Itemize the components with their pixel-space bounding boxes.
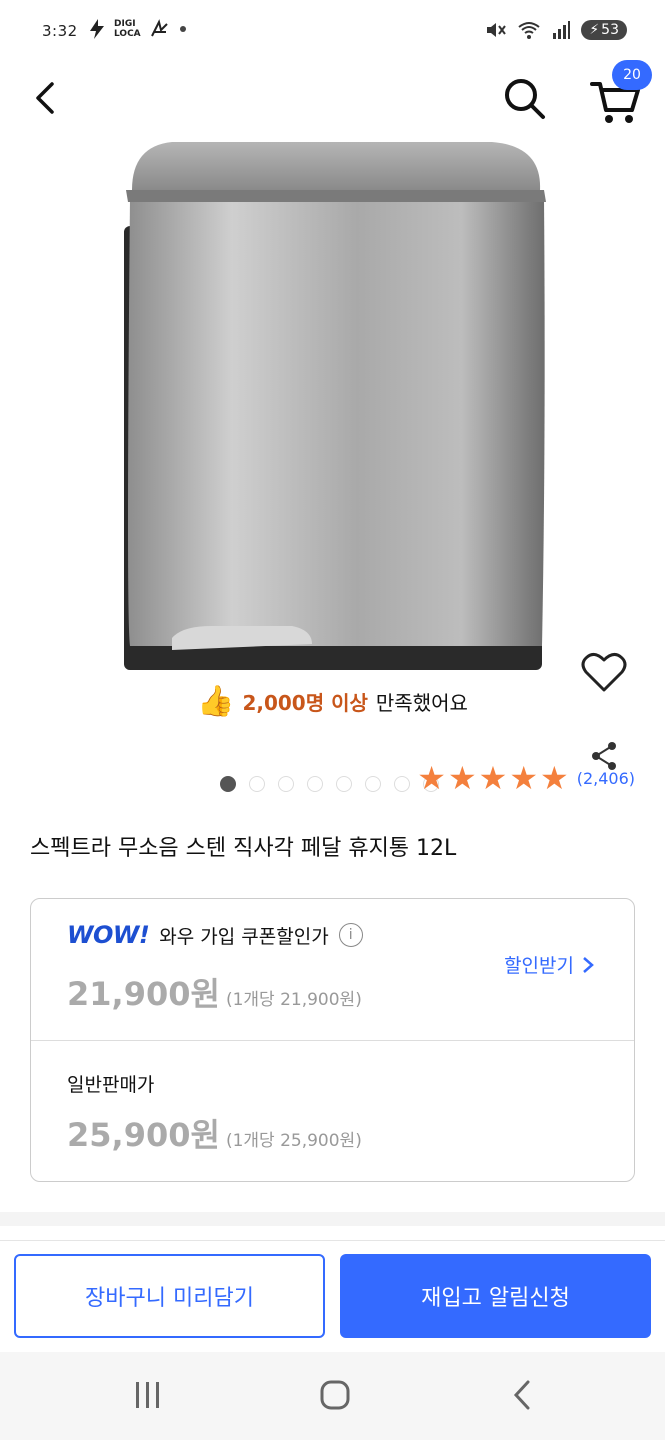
get-discount-link[interactable]: 할인받기 [504, 951, 594, 978]
recents-icon[interactable] [130, 1380, 166, 1410]
wifi-icon [518, 22, 540, 39]
wow-row: WOW! 와우 가입 쿠폰할인가 i [67, 921, 363, 949]
carousel-dot[interactable] [249, 776, 265, 792]
wow-unit-price: (1개당 21,900원) [225, 990, 362, 1010]
battery-bolt-icon: ⚡ [589, 22, 600, 38]
satisfaction-banner: 👍 2,000명 이상 만족했어요 [0, 676, 665, 726]
nav-back-icon[interactable] [508, 1378, 536, 1412]
product-image [124, 142, 546, 670]
info-icon[interactable]: i [338, 923, 363, 947]
cart-badge: 20 [612, 60, 652, 90]
chevron-right-icon [583, 956, 594, 973]
dot-icon [179, 26, 186, 32]
carousel-dot[interactable] [220, 776, 236, 792]
wow-price-section: WOW! 와우 가입 쿠폰할인가 i 21,900원 (1개당 21,900원)… [31, 899, 634, 1041]
satisfaction-count: 2,000명 이상 [242, 690, 368, 715]
restock-alert-button[interactable]: 재입고 알림신청 [340, 1254, 651, 1338]
carousel-dot[interactable] [278, 776, 294, 792]
wow-price: 21,900원 [67, 975, 220, 1013]
signal-icon [553, 21, 571, 39]
star-icon: ★ [478, 759, 508, 797]
discount-link-label: 할인받기 [504, 955, 574, 977]
normal-price-section: 일반판매가 25,900원 (1개당 25,900원) [31, 1040, 634, 1181]
thumbs-up-icon: 👍 [197, 683, 235, 719]
star-icon: ★ [509, 759, 539, 797]
digi-loca-icon: DIGI LOCA [114, 19, 141, 39]
star-icon: ★ [540, 759, 569, 797]
satisfaction-text: 만족했어요 [375, 690, 468, 715]
battery-level: 53 [601, 22, 619, 38]
star-icon: ★ [447, 759, 477, 797]
wow-price-line: 21,900원 (1개당 21,900원) [67, 969, 362, 1015]
carousel-dot[interactable] [394, 776, 410, 792]
normal-price-line: 25,900원 (1개당 25,900원) [67, 1110, 362, 1156]
normal-price: 25,900원 [67, 1116, 220, 1154]
mute-icon [487, 23, 507, 37]
signature-icon [150, 19, 168, 37]
bolt-icon [90, 19, 104, 39]
status-right-icons: ⚡ 53 [485, 20, 627, 40]
normal-price-label: 일반판매가 [67, 1074, 155, 1096]
wow-label: 와우 가입 쿠폰할인가 [159, 925, 329, 948]
status-bar: 3:32 DIGI LOCA ⚡ 53 [0, 0, 665, 66]
review-count[interactable]: (2,406) [577, 769, 635, 788]
bottom-action-bar: 장바구니 미리담기 재입고 알림신청 [0, 1240, 665, 1351]
wow-logo: WOW! [67, 921, 150, 949]
star-icon: ★ [417, 759, 446, 797]
carousel-dot[interactable] [307, 776, 323, 792]
section-divider [0, 1212, 665, 1226]
loca-text: LOCA [114, 29, 141, 39]
top-bar [0, 66, 665, 139]
battery-indicator: ⚡ 53 [581, 20, 627, 40]
rating-row[interactable]: ★ ★ ★ ★ ★ (2,406) [417, 762, 635, 794]
carousel-dots [220, 776, 439, 792]
search-icon[interactable] [500, 74, 548, 122]
system-nav-bar [0, 1352, 665, 1440]
status-left-icons: DIGI LOCA [88, 18, 187, 40]
star-rating: ★ ★ ★ ★ ★ [417, 762, 568, 794]
back-arrow-icon[interactable] [26, 78, 66, 118]
carousel-dot[interactable] [336, 776, 352, 792]
digi-text: DIGI [114, 19, 136, 29]
product-title: 스펙트라 무소음 스텐 직사각 페달 휴지통 12L [30, 836, 457, 861]
status-time: 3:32 [42, 22, 78, 40]
carousel-dot[interactable] [365, 776, 381, 792]
normal-unit-price: (1개당 25,900원) [225, 1131, 362, 1151]
price-box: WOW! 와우 가입 쿠폰할인가 i 21,900원 (1개당 21,900원)… [30, 898, 635, 1182]
product-image-carousel[interactable] [0, 138, 665, 792]
add-to-cart-button[interactable]: 장바구니 미리담기 [14, 1254, 325, 1338]
home-icon[interactable] [318, 1378, 352, 1412]
